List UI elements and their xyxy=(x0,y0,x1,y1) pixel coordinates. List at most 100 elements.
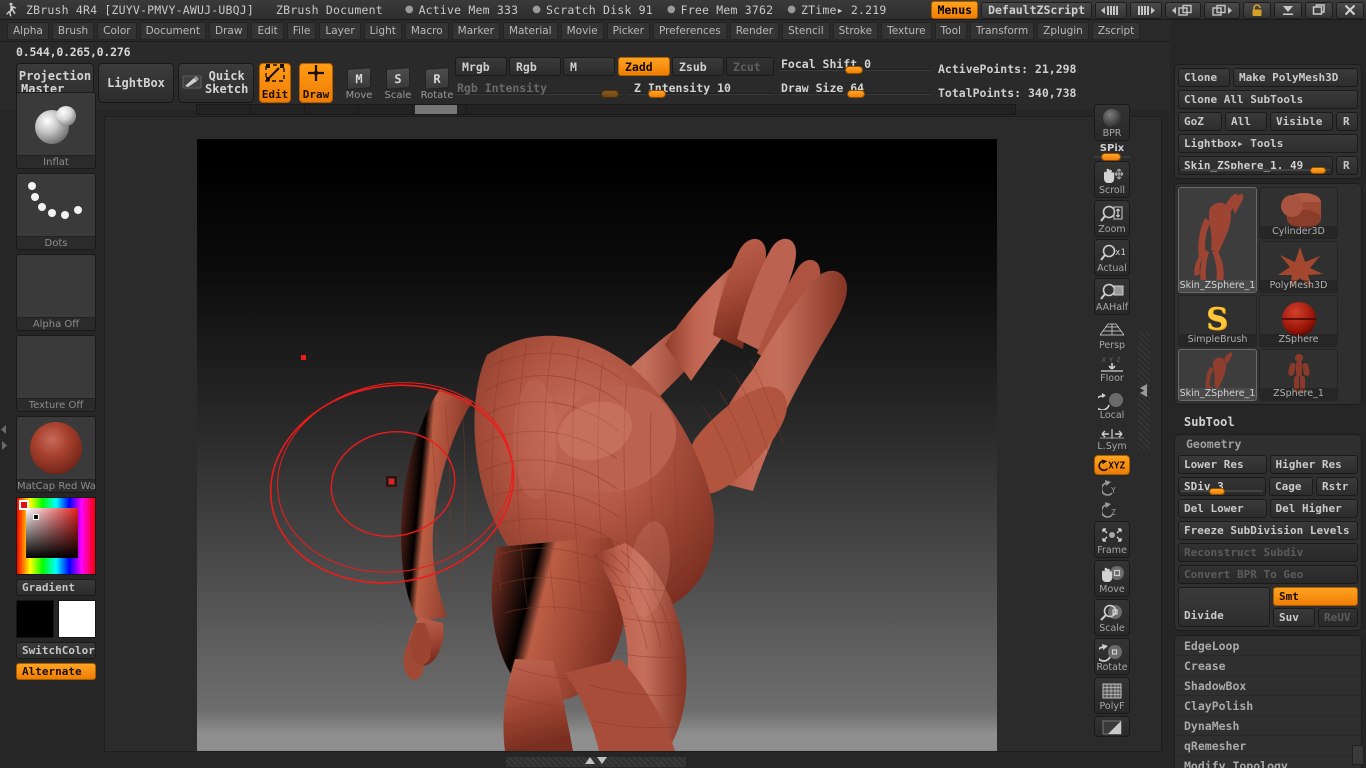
floor-button[interactable]: X Y Z Floor xyxy=(1094,354,1130,385)
color-picker[interactable] xyxy=(16,497,96,575)
scroll-updown-arrows[interactable] xyxy=(585,757,607,764)
menu-item-document[interactable]: Document xyxy=(139,21,206,40)
polyframe-button[interactable]: PolyF xyxy=(1094,677,1130,714)
z-intensity-slider[interactable]: Z Intensity 10 xyxy=(628,81,774,98)
subtool-section-header[interactable]: SubTool xyxy=(1170,409,1366,434)
higher-res-button[interactable]: Higher Res xyxy=(1269,455,1358,474)
tool-cell-skin-zsphere-1-large[interactable]: Skin_ZSphere_1 xyxy=(1178,187,1257,293)
menu-item-render[interactable]: Render xyxy=(729,21,780,40)
reconstruct-subdiv-button[interactable]: Reconstruct Subdiv xyxy=(1178,543,1358,562)
convert-bpr-to-geo-button[interactable]: Convert BPR To Geo xyxy=(1178,565,1358,584)
alpha-slot[interactable]: Alpha Off xyxy=(16,254,96,331)
menu-item-alpha[interactable]: Alpha xyxy=(7,21,49,40)
zsphere-figure-model[interactable] xyxy=(197,139,997,751)
menu-item-stencil[interactable]: Stencil xyxy=(782,21,830,40)
panel-vertical-scrollbar[interactable] xyxy=(1138,332,1150,450)
sdiv-slider[interactable]: SDiv 3 xyxy=(1178,477,1266,496)
menu-item-preferences[interactable]: Preferences xyxy=(652,21,727,40)
gradient-button[interactable]: Gradient xyxy=(16,579,96,596)
mrgb-button[interactable]: Mrgb xyxy=(455,57,507,76)
menu-item-layer[interactable]: Layer xyxy=(319,21,361,40)
rstr-button[interactable]: Rstr xyxy=(1316,477,1358,496)
del-higher-button[interactable]: Del Higher xyxy=(1269,499,1358,518)
rotate-z-button[interactable]: Z xyxy=(1094,499,1130,521)
menu-item-zscript[interactable]: Zscript xyxy=(1091,21,1141,40)
secondary-color-swatch[interactable] xyxy=(58,600,96,638)
edit-mode-button[interactable]: Edit xyxy=(259,63,291,103)
nav-rotate-button[interactable]: Rotate xyxy=(1094,638,1130,675)
nav-move-button[interactable]: Move xyxy=(1094,560,1130,597)
quick-sketch-button[interactable]: Quick Sketch xyxy=(178,63,254,103)
right-panel-scrollbar-thumb[interactable] xyxy=(1352,745,1364,765)
freeze-subdivision-button[interactable]: Freeze SubDivision Levels xyxy=(1178,521,1358,540)
scroll-left-icon[interactable] xyxy=(1095,1,1127,19)
menu-item-tool[interactable]: Tool xyxy=(934,21,967,40)
tool-cell-polymesh3d[interactable]: PolyMesh3D xyxy=(1259,241,1338,293)
scroll-right-icon[interactable] xyxy=(1130,1,1162,19)
material-slot[interactable]: MatCap Red Wa xyxy=(16,416,96,493)
slider-thumb[interactable] xyxy=(415,105,457,114)
primary-color-swatch[interactable] xyxy=(16,600,54,638)
document-canvas-area[interactable] xyxy=(104,116,1162,752)
zadd-button[interactable]: Zadd xyxy=(618,57,670,76)
document-scroll-slider[interactable] xyxy=(196,104,1016,115)
menu-item-stroke[interactable]: Stroke xyxy=(832,21,879,40)
rgb-intensity-slider[interactable]: Rgb Intensity xyxy=(455,81,622,98)
aahalf-button[interactable]: AAHalf xyxy=(1094,278,1130,315)
geometry-header[interactable]: Geometry xyxy=(1178,435,1358,455)
scroll-button[interactable]: Scroll xyxy=(1094,161,1130,198)
reuv-button[interactable]: ReUV xyxy=(1318,608,1358,627)
section-dynamesh[interactable]: DynaMesh xyxy=(1175,716,1361,736)
m-button[interactable]: M xyxy=(563,57,615,76)
frame-button[interactable]: Frame xyxy=(1094,521,1130,558)
scroll-down-arrow-icon[interactable] xyxy=(597,757,607,764)
lock-icon[interactable] xyxy=(1243,1,1271,19)
smt-button[interactable]: Smt xyxy=(1273,587,1358,606)
canvas-horizontal-scrollbar[interactable] xyxy=(506,757,686,767)
focal-shift-slider[interactable]: Focal Shift 0 xyxy=(779,57,931,74)
tool-cell-zsphere-1[interactable]: ZSphere_1 xyxy=(1259,349,1338,401)
menu-item-light[interactable]: Light xyxy=(363,21,402,40)
slider-knob[interactable] xyxy=(648,90,666,98)
goz-visible-button[interactable]: Visible xyxy=(1270,112,1333,131)
texture-slot[interactable]: Texture Off xyxy=(16,335,96,412)
menu-item-texture[interactable]: Texture xyxy=(881,21,932,40)
tool-cell-skin-zsphere-1[interactable]: Skin_ZSphere_1 xyxy=(1178,349,1257,401)
move-mode-button[interactable]: M Move xyxy=(340,63,378,101)
current-tool-r-button[interactable]: R xyxy=(1336,156,1358,175)
lsym-button[interactable]: L.Sym xyxy=(1094,424,1130,453)
suv-button[interactable]: Suv xyxy=(1273,608,1315,627)
rotate-y-button[interactable]: Y xyxy=(1094,477,1130,499)
draw-mode-button[interactable]: Draw xyxy=(299,63,333,103)
slider-knob[interactable] xyxy=(845,66,863,74)
zscript-title[interactable]: DefaultZScript xyxy=(981,1,1092,19)
goz-r-button[interactable]: R xyxy=(1336,112,1358,131)
menu-item-macro[interactable]: Macro xyxy=(404,21,449,40)
rotate-mode-button[interactable]: R Rotate xyxy=(418,63,456,101)
layout-prev-icon[interactable] xyxy=(1165,1,1201,19)
menu-item-draw[interactable]: Draw xyxy=(209,21,249,40)
lower-res-button[interactable]: Lower Res xyxy=(1178,455,1267,474)
section-crease[interactable]: Crease xyxy=(1175,656,1361,676)
menu-item-picker[interactable]: Picker xyxy=(606,21,650,40)
menu-item-transform[interactable]: Transform xyxy=(969,21,1035,40)
menu-item-material[interactable]: Material xyxy=(502,21,558,40)
zsub-button[interactable]: Zsub xyxy=(672,57,724,76)
sv-cursor-marker[interactable] xyxy=(33,514,39,520)
brush-slot[interactable]: Inflat xyxy=(16,92,96,169)
spix-knob[interactable] xyxy=(1101,153,1121,161)
left-edge-collapse-arrow[interactable] xyxy=(1,424,7,437)
switchcolor-button[interactable]: SwitchColor xyxy=(16,642,96,659)
canvas-viewport[interactable] xyxy=(197,139,997,751)
section-shadowbox[interactable]: ShadowBox xyxy=(1175,676,1361,696)
bpr-button[interactable]: BPR xyxy=(1094,104,1130,141)
actual-button[interactable]: x1 Actual xyxy=(1094,239,1130,276)
local-button[interactable]: Local xyxy=(1094,387,1130,422)
section-modify-topology[interactable]: Modify Topology xyxy=(1175,756,1361,768)
section-qremesher[interactable]: qRemesher xyxy=(1175,736,1361,756)
zoom-button[interactable]: Zoom xyxy=(1094,200,1130,237)
primary-color-marker[interactable] xyxy=(19,500,29,510)
spix-slider[interactable]: SPix xyxy=(1094,143,1130,161)
slider-knob[interactable] xyxy=(1310,167,1326,174)
minimize-icon[interactable] xyxy=(1274,1,1302,19)
